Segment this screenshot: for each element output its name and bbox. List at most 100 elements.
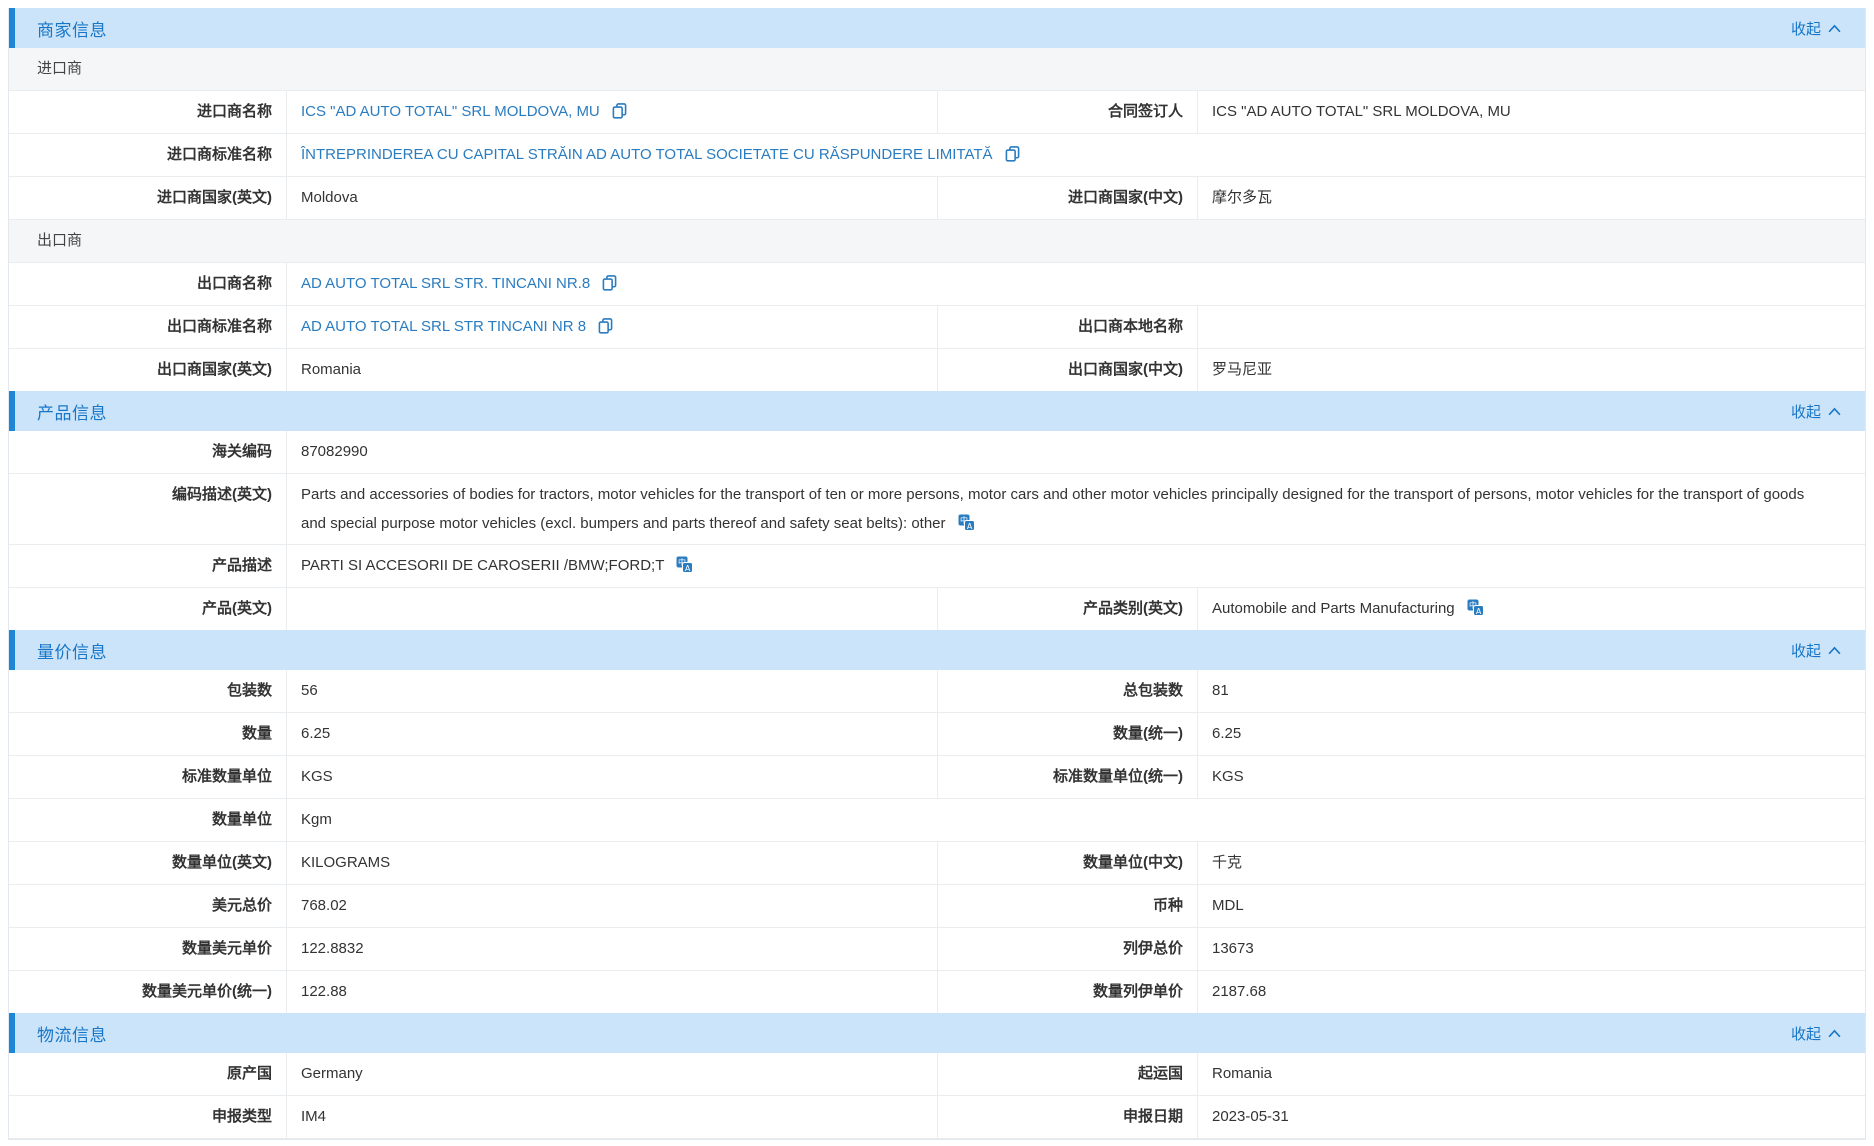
value-text: MDL — [1212, 897, 1244, 914]
svg-text:A: A — [967, 522, 973, 531]
value-link[interactable]: AD AUTO TOTAL SRL STR TINCANI NR 8 — [301, 318, 586, 335]
table-row: 进口商标准名称 ÎNTREPRINDEREA CU CAPITAL STRĂIN… — [9, 133, 1865, 176]
field-value: 87082990 — [286, 431, 1865, 473]
field-value: ICS "AD AUTO TOTAL" SRL MOLDOVA, MU — [1197, 91, 1865, 133]
table-row: 数量单位 Kgm — [9, 798, 1865, 841]
table-row: 标准数量单位 KGS 标准数量单位(统一) KGS — [9, 755, 1865, 798]
table-row: 产品描述 PARTI SI ACCESORII DE CAROSERII /BM… — [9, 544, 1865, 587]
value-text: 6.25 — [1212, 725, 1241, 742]
table-row: 进口商国家(英文) Moldova 进口商国家(中文) 摩尔多瓦 — [9, 176, 1865, 219]
copy-icon[interactable] — [1005, 146, 1020, 162]
value-link[interactable]: ICS "AD AUTO TOTAL" SRL MOLDOVA, MU — [301, 103, 600, 120]
field-label: 数量美元单价 — [9, 928, 286, 970]
field-label: 标准数量单位 — [9, 756, 286, 798]
field-value: 122.8832 — [286, 928, 937, 970]
svg-text:A: A — [685, 564, 691, 573]
field-label: 海关编码 — [9, 431, 286, 473]
subsection-title: 出口商 — [37, 232, 82, 249]
value-text: 13673 — [1212, 940, 1254, 957]
value-text: Parts and accessories of bodies for trac… — [301, 486, 1804, 532]
value-text: 罗马尼亚 — [1212, 361, 1272, 378]
field-value — [286, 588, 937, 630]
table-row: 申报类型 IM4 申报日期 2023-05-31 — [9, 1095, 1865, 1139]
field-value: KILOGRAMS — [286, 842, 937, 884]
value-text: 122.8832 — [301, 940, 364, 957]
translate-icon[interactable]: 中 A — [676, 556, 693, 573]
field-label: 进口商国家(中文) — [937, 177, 1197, 219]
value-text: Germany — [301, 1065, 363, 1082]
value-link[interactable]: AD AUTO TOTAL SRL STR. TINCANI NR.8 — [301, 275, 590, 292]
value-text: KGS — [1212, 768, 1244, 785]
value-link[interactable]: ÎNTREPRINDEREA CU CAPITAL STRĂIN AD AUTO… — [301, 146, 993, 163]
table-row: 美元总价 768.02 币种 MDL — [9, 884, 1865, 927]
table-row: 数量美元单价 122.8832 列伊总价 13673 — [9, 927, 1865, 970]
collapse-label: 收起 — [1791, 1023, 1821, 1044]
chevron-up-icon — [1828, 646, 1841, 655]
collapse-button[interactable]: 收起 — [1791, 401, 1841, 422]
collapse-button[interactable]: 收起 — [1791, 18, 1841, 39]
field-value: 122.88 — [286, 971, 937, 1013]
translate-icon[interactable]: 中 A — [1467, 599, 1484, 616]
section-title: 物流信息 — [37, 1021, 107, 1046]
field-label: 币种 — [937, 885, 1197, 927]
value-text: PARTI SI ACCESORII DE CAROSERII /BMW;FOR… — [301, 557, 664, 574]
value-text: KGS — [301, 768, 333, 785]
value-text: Automobile and Parts Manufacturing — [1212, 600, 1455, 617]
section: 商家信息 收起 进口商 进口商名称 ICS "AD AUTO TOTAL" SR… — [9, 8, 1865, 391]
field-label: 出口商国家(中文) — [937, 349, 1197, 391]
field-label: 总包装数 — [937, 670, 1197, 712]
value-text: Romania — [1212, 1065, 1272, 1082]
field-label: 出口商名称 — [9, 263, 286, 305]
field-label: 数量美元单价(统一) — [9, 971, 286, 1013]
subsection-header: 出口商 — [9, 219, 1865, 262]
table-row: 编码描述(英文) Parts and accessories of bodies… — [9, 473, 1865, 544]
value-text: 122.88 — [301, 983, 347, 1000]
value-text: 2023-05-31 — [1212, 1108, 1289, 1125]
chevron-up-icon — [1828, 407, 1841, 416]
collapse-button[interactable]: 收起 — [1791, 1023, 1841, 1044]
field-label: 列伊总价 — [937, 928, 1197, 970]
field-value: Parts and accessories of bodies for trac… — [286, 474, 1865, 544]
copy-icon[interactable] — [598, 318, 613, 334]
field-value: IM4 — [286, 1096, 937, 1138]
translate-icon[interactable]: 中 A — [958, 514, 975, 531]
collapse-label: 收起 — [1791, 401, 1821, 422]
copy-icon[interactable] — [612, 103, 627, 119]
field-value: Kgm — [286, 799, 1865, 841]
table-row: 数量单位(英文) KILOGRAMS 数量单位(中文) 千克 — [9, 841, 1865, 884]
field-label: 产品(英文) — [9, 588, 286, 630]
field-label: 数量单位 — [9, 799, 286, 841]
copy-icon[interactable] — [602, 275, 617, 291]
svg-text:A: A — [1476, 607, 1482, 616]
value-text: 768.02 — [301, 897, 347, 914]
field-value: 6.25 — [286, 713, 937, 755]
section: 量价信息 收起 包装数 56 总包装数 81 数量 6.25 数量(统一) 6.… — [9, 630, 1865, 1013]
section-header-quantity-price-info: 量价信息 收起 — [9, 630, 1865, 670]
value-text: IM4 — [301, 1108, 326, 1125]
table-row: 出口商国家(英文) Romania 出口商国家(中文) 罗马尼亚 — [9, 348, 1865, 391]
section-header-merchant-info: 商家信息 收起 — [9, 8, 1865, 48]
field-value: ICS "AD AUTO TOTAL" SRL MOLDOVA, MU — [286, 91, 937, 133]
field-value: 768.02 — [286, 885, 937, 927]
table-row: 包装数 56 总包装数 81 — [9, 670, 1865, 712]
field-value: Romania — [1197, 1053, 1865, 1095]
collapse-label: 收起 — [1791, 18, 1821, 39]
table-row: 出口商名称 AD AUTO TOTAL SRL STR. TINCANI NR.… — [9, 262, 1865, 305]
section-rows: 包装数 56 总包装数 81 数量 6.25 数量(统一) 6.25 标准数量单… — [9, 670, 1865, 1013]
field-label: 申报日期 — [937, 1096, 1197, 1138]
field-label: 申报类型 — [9, 1096, 286, 1138]
value-text: KILOGRAMS — [301, 854, 390, 871]
value-text: 摩尔多瓦 — [1212, 189, 1272, 206]
field-value: 摩尔多瓦 — [1197, 177, 1865, 219]
chevron-up-icon — [1828, 24, 1841, 33]
trade-record-panel: 商家信息 收起 进口商 进口商名称 ICS "AD AUTO TOTAL" SR… — [8, 8, 1866, 1140]
field-label: 出口商本地名称 — [937, 306, 1197, 348]
subsection-title: 进口商 — [37, 60, 82, 77]
section-rows: 海关编码 87082990 编码描述(英文) Parts and accesso… — [9, 431, 1865, 630]
collapse-button[interactable]: 收起 — [1791, 640, 1841, 661]
field-label: 进口商标准名称 — [9, 134, 286, 176]
value-text: Kgm — [301, 811, 332, 828]
field-label: 进口商名称 — [9, 91, 286, 133]
value-text: 81 — [1212, 682, 1229, 699]
field-label: 美元总价 — [9, 885, 286, 927]
